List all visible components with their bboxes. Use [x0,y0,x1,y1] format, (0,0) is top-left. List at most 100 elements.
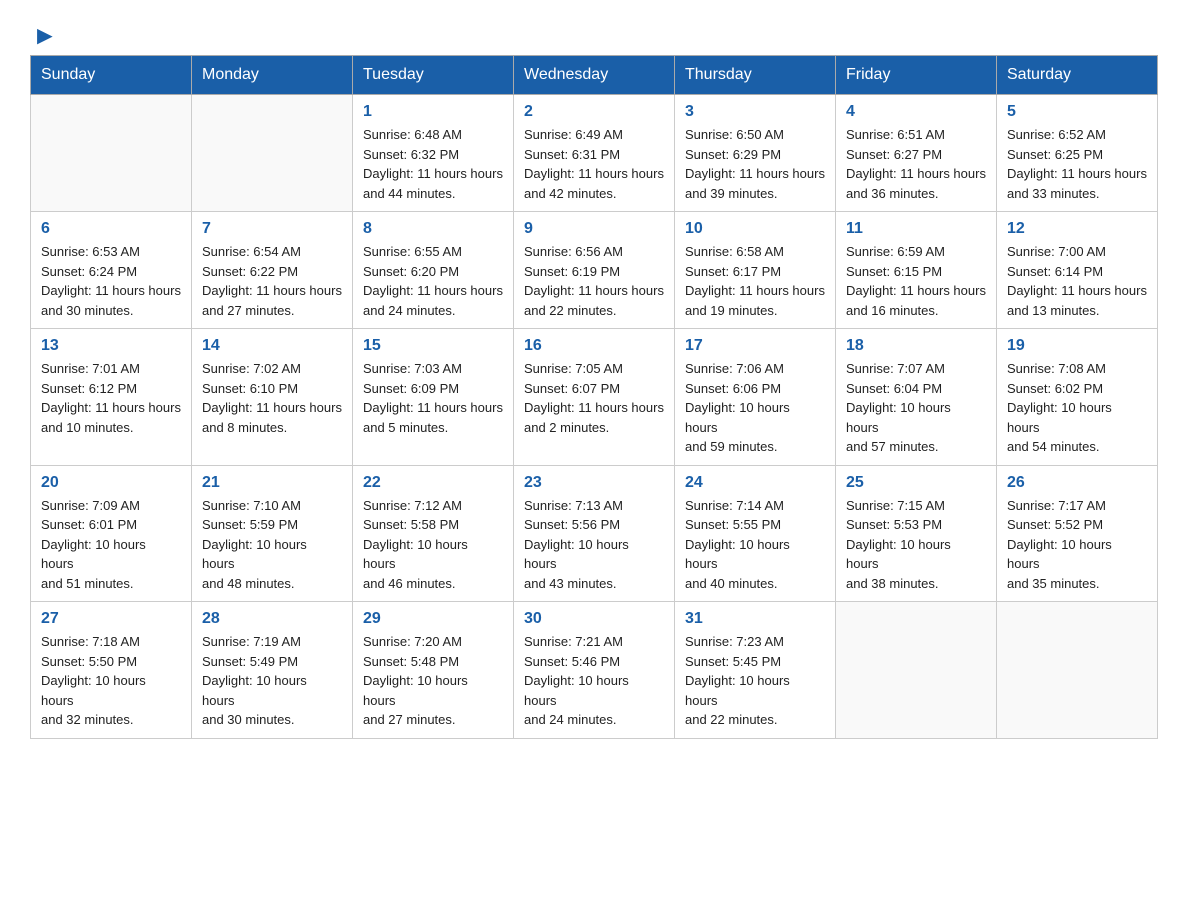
day-number: 30 [524,610,664,628]
calendar-cell: 31 Sunrise: 7:23 AMSunset: 5:45 PMDayligh… [675,602,836,739]
day-info: Sunrise: 6:56 AMSunset: 6:19 PMDaylight:… [524,242,664,320]
calendar-cell: 24 Sunrise: 7:14 AMSunset: 5:55 PMDayligh… [675,465,836,602]
day-number: 1 [363,103,503,121]
day-number: 22 [363,474,503,492]
day-number: 20 [41,474,181,492]
calendar-cell: 15 Sunrise: 7:03 AMSunset: 6:09 PMDayligh… [353,329,514,466]
day-number: 19 [1007,337,1147,355]
day-info: Sunrise: 7:05 AMSunset: 6:07 PMDaylight:… [524,359,664,437]
calendar-cell: 8 Sunrise: 6:55 AMSunset: 6:20 PMDaylight… [353,212,514,329]
calendar-cell: 10 Sunrise: 6:58 AMSunset: 6:17 PMDayligh… [675,212,836,329]
day-number: 28 [202,610,342,628]
calendar-cell [31,95,192,212]
calendar-header-monday: Monday [192,56,353,95]
day-info: Sunrise: 6:50 AMSunset: 6:29 PMDaylight:… [685,125,825,203]
calendar-cell: 29Sunrise: 7:20 AMSunset: 5:48 PMDayligh… [353,602,514,739]
calendar-cell: 28 Sunrise: 7:19 AMSunset: 5:49 PMDayligh… [192,602,353,739]
day-number: 8 [363,220,503,238]
day-number: 11 [846,220,986,238]
day-info: Sunrise: 6:55 AMSunset: 6:20 PMDaylight:… [363,242,503,320]
day-info: Sunrise: 7:01 AMSunset: 6:12 PMDaylight:… [41,359,181,437]
calendar-cell: 22 Sunrise: 7:12 AMSunset: 5:58 PMDayligh… [353,465,514,602]
day-number: 9 [524,220,664,238]
calendar-cell: 11Sunrise: 6:59 AMSunset: 6:15 PMDayligh… [836,212,997,329]
calendar-cell: 21 Sunrise: 7:10 AMSunset: 5:59 PMDayligh… [192,465,353,602]
day-info: Sunrise: 6:48 AMSunset: 6:32 PMDaylight:… [363,125,503,203]
day-number: 13 [41,337,181,355]
day-info: Sunrise: 6:51 AMSunset: 6:27 PMDaylight:… [846,125,986,203]
calendar-cell: 26 Sunrise: 7:17 AMSunset: 5:52 PMDayligh… [997,465,1158,602]
calendar-cell: 19 Sunrise: 7:08 AMSunset: 6:02 PMDayligh… [997,329,1158,466]
calendar-cell: 6 Sunrise: 6:53 AMSunset: 6:24 PMDaylight… [31,212,192,329]
calendar-cell: 23 Sunrise: 7:13 AMSunset: 5:56 PMDayligh… [514,465,675,602]
day-info: Sunrise: 7:08 AMSunset: 6:02 PMDaylight:… [1007,359,1147,457]
day-info: Sunrise: 7:20 AMSunset: 5:48 PMDaylight:… [363,632,503,730]
day-info: Sunrise: 7:23 AMSunset: 5:45 PMDaylight:… [685,632,825,730]
day-number: 18 [846,337,986,355]
day-number: 16 [524,337,664,355]
day-number: 3 [685,103,825,121]
calendar-cell: 9 Sunrise: 6:56 AMSunset: 6:19 PMDaylight… [514,212,675,329]
day-number: 2 [524,103,664,121]
day-number: 25 [846,474,986,492]
day-info: Sunrise: 7:12 AMSunset: 5:58 PMDaylight:… [363,496,503,594]
day-number: 7 [202,220,342,238]
logo: ► [30,20,58,45]
day-info: Sunrise: 7:07 AMSunset: 6:04 PMDaylight:… [846,359,986,457]
day-info: Sunrise: 6:49 AMSunset: 6:31 PMDaylight:… [524,125,664,203]
day-info: Sunrise: 7:17 AMSunset: 5:52 PMDaylight:… [1007,496,1147,594]
calendar-header-sunday: Sunday [31,56,192,95]
calendar-cell: 17 Sunrise: 7:06 AMSunset: 6:06 PMDayligh… [675,329,836,466]
calendar-cell: 27Sunrise: 7:18 AMSunset: 5:50 PMDayligh… [31,602,192,739]
day-number: 23 [524,474,664,492]
day-info: Sunrise: 7:14 AMSunset: 5:55 PMDaylight:… [685,496,825,594]
calendar-cell: 4 Sunrise: 6:51 AMSunset: 6:27 PMDaylight… [836,95,997,212]
calendar-cell: 25 Sunrise: 7:15 AMSunset: 5:53 PMDayligh… [836,465,997,602]
day-number: 5 [1007,103,1147,121]
calendar-week-row-3: 20 Sunrise: 7:09 AMSunset: 6:01 PMDayligh… [31,465,1158,602]
calendar-cell: 1 Sunrise: 6:48 AMSunset: 6:32 PMDaylight… [353,95,514,212]
calendar-cell: 3 Sunrise: 6:50 AMSunset: 6:29 PMDaylight… [675,95,836,212]
calendar-header-wednesday: Wednesday [514,56,675,95]
day-info: Sunrise: 7:00 AMSunset: 6:14 PMDaylight:… [1007,242,1147,320]
day-info: Sunrise: 6:52 AMSunset: 6:25 PMDaylight:… [1007,125,1147,203]
day-info: Sunrise: 7:03 AMSunset: 6:09 PMDaylight:… [363,359,503,437]
day-info: Sunrise: 7:15 AMSunset: 5:53 PMDaylight:… [846,496,986,594]
logo-chevron-icon: ► [32,20,58,51]
calendar-cell: 14Sunrise: 7:02 AMSunset: 6:10 PMDayligh… [192,329,353,466]
calendar-cell: 16 Sunrise: 7:05 AMSunset: 6:07 PMDayligh… [514,329,675,466]
day-number: 26 [1007,474,1147,492]
calendar-week-row-4: 27Sunrise: 7:18 AMSunset: 5:50 PMDayligh… [31,602,1158,739]
calendar-week-row-1: 6 Sunrise: 6:53 AMSunset: 6:24 PMDaylight… [31,212,1158,329]
day-info: Sunrise: 7:13 AMSunset: 5:56 PMDaylight:… [524,496,664,594]
day-number: 6 [41,220,181,238]
calendar-cell: 18 Sunrise: 7:07 AMSunset: 6:04 PMDayligh… [836,329,997,466]
calendar-header-tuesday: Tuesday [353,56,514,95]
day-number: 12 [1007,220,1147,238]
day-info: Sunrise: 7:21 AMSunset: 5:46 PMDaylight:… [524,632,664,730]
day-info: Sunrise: 7:10 AMSunset: 5:59 PMDaylight:… [202,496,342,594]
day-number: 10 [685,220,825,238]
calendar-header-thursday: Thursday [675,56,836,95]
day-info: Sunrise: 7:09 AMSunset: 6:01 PMDaylight:… [41,496,181,594]
day-number: 21 [202,474,342,492]
calendar-cell: 5 Sunrise: 6:52 AMSunset: 6:25 PMDaylight… [997,95,1158,212]
page-header: ► [30,20,1158,45]
day-number: 24 [685,474,825,492]
calendar-cell: 2 Sunrise: 6:49 AMSunset: 6:31 PMDaylight… [514,95,675,212]
day-info: Sunrise: 7:06 AMSunset: 6:06 PMDaylight:… [685,359,825,457]
calendar-cell: 7 Sunrise: 6:54 AMSunset: 6:22 PMDaylight… [192,212,353,329]
calendar-header-saturday: Saturday [997,56,1158,95]
calendar-cell [192,95,353,212]
day-number: 4 [846,103,986,121]
day-number: 31 [685,610,825,628]
day-info: Sunrise: 7:02 AMSunset: 6:10 PMDaylight:… [202,359,342,437]
calendar-header-friday: Friday [836,56,997,95]
day-info: Sunrise: 6:53 AMSunset: 6:24 PMDaylight:… [41,242,181,320]
day-number: 17 [685,337,825,355]
day-info: Sunrise: 6:54 AMSunset: 6:22 PMDaylight:… [202,242,342,320]
calendar-week-row-2: 13 Sunrise: 7:01 AMSunset: 6:12 PMDayligh… [31,329,1158,466]
day-info: Sunrise: 6:58 AMSunset: 6:17 PMDaylight:… [685,242,825,320]
day-info: Sunrise: 7:19 AMSunset: 5:49 PMDaylight:… [202,632,342,730]
day-number: 15 [363,337,503,355]
